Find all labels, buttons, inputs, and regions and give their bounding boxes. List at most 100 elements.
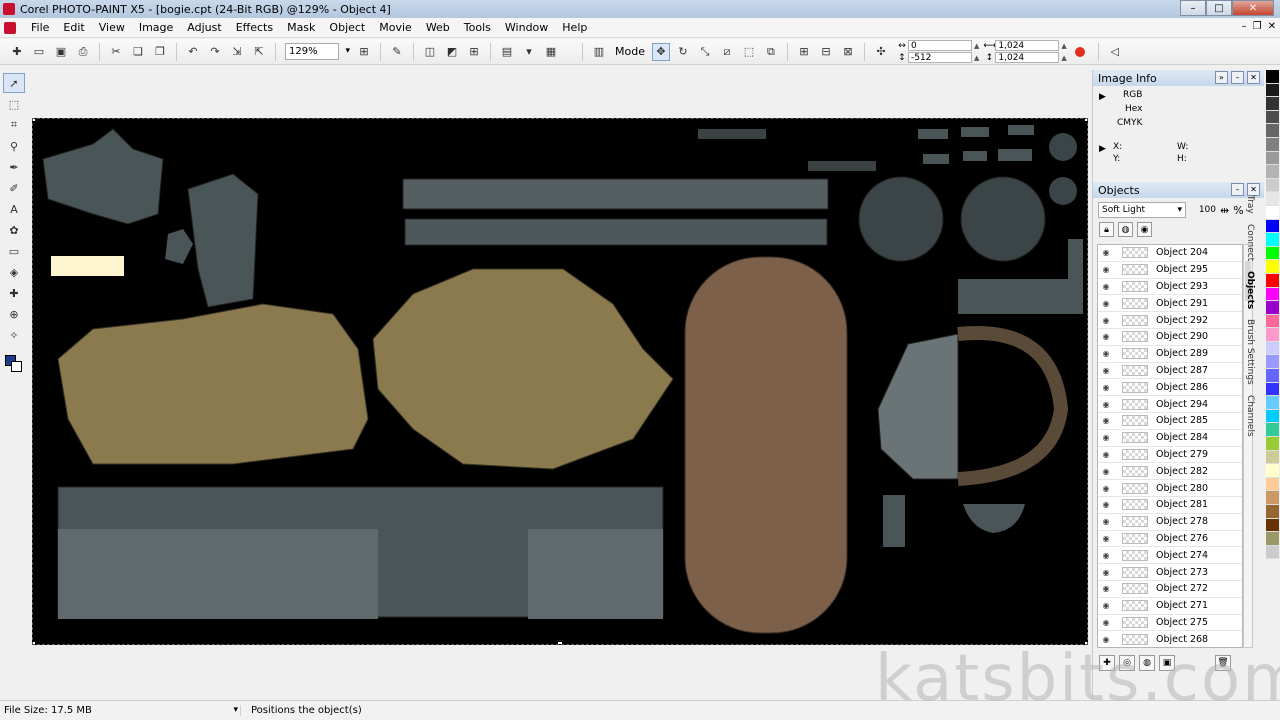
width-spinner-icon[interactable]: ▲ <box>1061 42 1066 50</box>
position-mode-icon[interactable]: ✥ <box>651 42 670 61</box>
width-input[interactable] <box>995 40 1060 51</box>
object-row[interactable]: ◉ Object 274 <box>1098 547 1242 565</box>
doc-close-icon[interactable]: ✕ <box>1268 21 1276 32</box>
menu-mask[interactable]: Mask <box>280 21 322 34</box>
blend-mode-select[interactable]: Soft Light <box>1098 202 1186 218</box>
object-row[interactable]: ◉ Object 294 <box>1098 396 1242 413</box>
text-tool-icon[interactable]: A <box>3 199 25 219</box>
visibility-eye-icon[interactable]: ◉ <box>1098 366 1114 375</box>
minimize-button[interactable]: – <box>1180 0 1206 16</box>
y-position-input[interactable] <box>907 52 972 63</box>
menu-file[interactable]: File <box>24 21 56 34</box>
grid-icon[interactable]: ⊞ <box>465 43 483 61</box>
visibility-eye-icon[interactable]: ◉ <box>1098 416 1114 425</box>
palette-color-chip[interactable] <box>1266 369 1279 383</box>
palette-color-chip[interactable] <box>1266 151 1279 166</box>
minimize-panel-icon[interactable]: – <box>1231 71 1244 84</box>
visibility-eye-icon[interactable]: ◉ <box>1098 484 1114 493</box>
palette-color-chip[interactable] <box>1266 233 1279 247</box>
visibility-eye-icon[interactable]: ◉ <box>1098 601 1114 610</box>
import-icon[interactable]: ⇲ <box>228 43 246 61</box>
objects-minimize-icon[interactable]: – <box>1231 183 1244 196</box>
pick-tool-icon[interactable]: ➚ <box>3 73 25 93</box>
palette-color-chip[interactable] <box>1266 287 1279 302</box>
coords-expand-icon[interactable]: ▶ <box>1099 144 1106 154</box>
palette-color-chip[interactable] <box>1266 518 1279 533</box>
zoom-tool-icon[interactable]: ⚲ <box>3 136 25 156</box>
tab-brush-settings[interactable]: Brush Settings <box>1245 319 1255 385</box>
visibility-eye-icon[interactable]: ◉ <box>1098 450 1114 459</box>
palette-color-chip[interactable] <box>1266 477 1279 492</box>
visibility-eye-icon[interactable]: ◉ <box>1098 467 1114 476</box>
tab-tray[interactable]: Tray <box>1245 195 1255 214</box>
menu-web[interactable]: Web <box>419 21 457 34</box>
palette-color-chip[interactable] <box>1266 70 1279 84</box>
rotate-mode-icon[interactable]: ↻ <box>674 43 692 61</box>
palette-color-chip[interactable] <box>1266 83 1279 98</box>
resize-handle-top-left[interactable] <box>33 119 36 122</box>
anchor-point-icon[interactable]: ✣ <box>872 43 890 61</box>
clone-tool-icon[interactable]: ⊕ <box>3 304 25 324</box>
expand-icon[interactable]: » <box>1215 71 1228 84</box>
collapse-toolbar-icon[interactable]: ◁ <box>1106 43 1124 61</box>
menu-image[interactable]: Image <box>132 21 180 34</box>
export-icon[interactable]: ⇱ <box>250 43 268 61</box>
menu-edit[interactable]: Edit <box>56 21 91 34</box>
skew-mode-icon[interactable]: ⧄ <box>718 43 736 61</box>
palette-color-chip[interactable] <box>1266 341 1279 356</box>
object-row[interactable]: ◉ Object 273 <box>1098 564 1242 581</box>
object-row[interactable]: ◉ Object 286 <box>1098 379 1242 397</box>
close-panel-icon[interactable]: ✕ <box>1247 71 1260 84</box>
save-icon[interactable]: ▣ <box>52 43 70 61</box>
interactive-fill-icon[interactable]: ✧ <box>3 325 25 345</box>
tab-objects[interactable]: Objects <box>1245 271 1255 309</box>
object-row[interactable]: ◉ Object 290 <box>1098 329 1242 346</box>
object-row[interactable]: ◉ Object 287 <box>1098 363 1242 380</box>
object-row[interactable]: ◉ Object 293 <box>1098 279 1242 296</box>
object-row[interactable]: ◉ Object 271 <box>1098 598 1242 615</box>
lock-position-icon[interactable]: ◉ <box>1137 222 1152 237</box>
palette-color-chip[interactable] <box>1266 124 1279 138</box>
background-color-swatch[interactable] <box>11 361 22 372</box>
resize-handle-bottom-middle[interactable] <box>557 641 563 644</box>
object-row[interactable]: ◉ Object 279 <box>1098 447 1242 464</box>
object-row[interactable]: ◉ Object 204 <box>1098 245 1242 262</box>
redo-icon[interactable]: ↷ <box>206 43 224 61</box>
eraser-tool-icon[interactable]: ✐ <box>3 178 25 198</box>
distort-mode-icon[interactable]: ⬚ <box>740 43 758 61</box>
menu-help[interactable]: Help <box>555 21 594 34</box>
object-row[interactable]: ◉ Object 284 <box>1098 430 1242 447</box>
y-spinner-icon[interactable]: ▲ <box>974 54 979 62</box>
palette-color-chip[interactable] <box>1266 192 1279 206</box>
visibility-eye-icon[interactable]: ◉ <box>1098 618 1114 627</box>
document-icon[interactable] <box>4 21 16 34</box>
tab-connect[interactable]: Connect <box>1245 224 1255 261</box>
welcome-screen-icon[interactable]: ▦ <box>542 43 560 61</box>
palette-color-chip[interactable] <box>1266 355 1279 370</box>
scale-mode-icon[interactable]: ⤡ <box>696 43 714 61</box>
palette-color-chip[interactable] <box>1266 545 1279 560</box>
visibility-eye-icon[interactable]: ◉ <box>1098 383 1114 392</box>
palette-color-chip[interactable] <box>1266 165 1279 179</box>
eyedropper-tool-icon[interactable]: ✒ <box>3 157 25 177</box>
object-row[interactable]: ◉ Object 282 <box>1098 463 1242 481</box>
palette-color-chip[interactable] <box>1266 437 1279 451</box>
x-spinner-icon[interactable]: ▲ <box>974 42 979 50</box>
palette-color-chip[interactable] <box>1266 178 1279 193</box>
open-icon[interactable]: ▭ <box>30 43 48 61</box>
perspective-mode-icon[interactable]: ⧉ <box>762 43 780 61</box>
opacity-slider-icon[interactable]: ⇹ <box>1220 204 1229 217</box>
paste-icon[interactable]: ❐ <box>151 43 169 61</box>
resize-handle-bottom-left[interactable] <box>33 641 36 644</box>
object-row[interactable]: ◉ Object 292 <box>1098 312 1242 329</box>
info-expand-icon[interactable]: ▶ <box>1099 92 1106 102</box>
visibility-eye-icon[interactable]: ◉ <box>1098 517 1114 526</box>
menu-tools[interactable]: Tools <box>457 21 498 34</box>
palette-color-chip[interactable] <box>1266 396 1279 410</box>
object-row[interactable]: ◉ Object 285 <box>1098 413 1242 430</box>
palette-color-chip[interactable] <box>1266 219 1279 234</box>
zoom-fit-icon[interactable]: ⊞ <box>355 43 373 61</box>
object-row[interactable]: ◉ Object 295 <box>1098 262 1242 279</box>
effect-tool-icon[interactable]: ✚ <box>3 283 25 303</box>
dropdown-arrow-icon[interactable]: ▾ <box>520 43 538 61</box>
